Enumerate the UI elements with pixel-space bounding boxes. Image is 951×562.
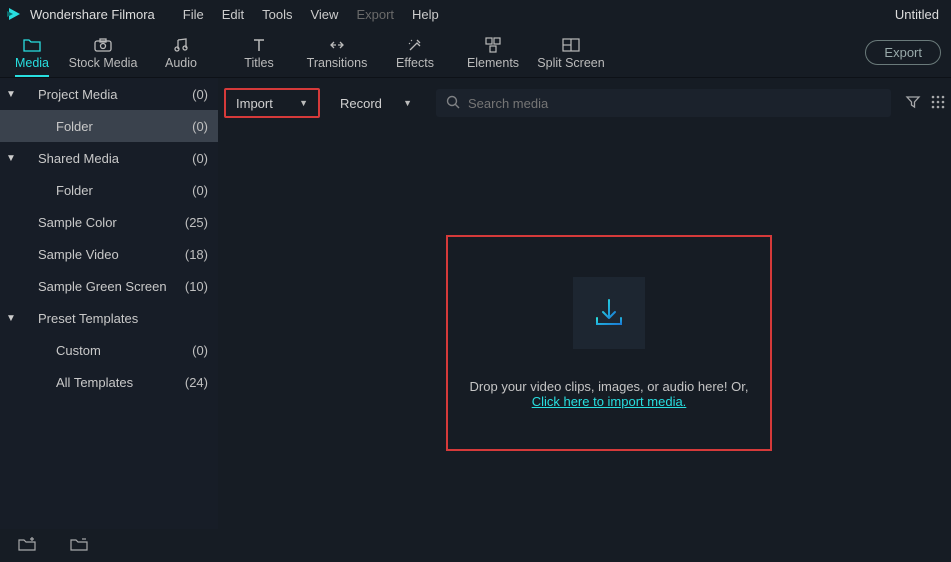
tab-effects[interactable]: Effects — [376, 28, 454, 78]
export-button[interactable]: Export — [865, 40, 941, 65]
sidebar-item-project-media[interactable]: ▼ Project Media (0) — [0, 78, 218, 110]
search-box[interactable] — [436, 89, 891, 117]
delete-folder-icon[interactable] — [70, 537, 88, 554]
sidebar-item-shared-media[interactable]: ▼ Shared Media (0) — [0, 142, 218, 174]
tab-titles[interactable]: Titles — [220, 28, 298, 78]
grid-view-icon[interactable] — [931, 95, 945, 112]
dropzone-text: Drop your video clips, images, or audio … — [470, 379, 749, 394]
filter-icon[interactable] — [905, 94, 921, 113]
search-input[interactable] — [468, 96, 881, 111]
app-name: Wondershare Filmora — [30, 7, 155, 22]
menu-export: Export — [356, 7, 394, 22]
import-icon — [573, 277, 645, 349]
sidebar-item-sample-video[interactable]: Sample Video (18) — [0, 238, 218, 270]
text-icon — [250, 36, 268, 54]
chevron-down-icon: ▼ — [2, 89, 20, 100]
menu-file[interactable]: File — [183, 7, 204, 22]
record-button[interactable]: Record ▼ — [330, 89, 422, 117]
menu-tools[interactable]: Tools — [262, 7, 292, 22]
sidebar-item-folder[interactable]: Folder (0) — [0, 110, 218, 142]
transitions-icon — [328, 36, 346, 54]
sidebar-item-shared-folder[interactable]: Folder (0) — [0, 174, 218, 206]
app-logo — [6, 6, 22, 22]
sidebar-item-sample-color[interactable]: Sample Color (25) — [0, 206, 218, 238]
sidebar: ▼ Project Media (0) Folder (0) ▼ Shared … — [0, 78, 218, 529]
media-drop-zone[interactable]: Drop your video clips, images, or audio … — [446, 235, 772, 451]
media-folder-icon — [23, 36, 41, 54]
tab-transitions[interactable]: Transitions — [298, 28, 376, 78]
camera-icon — [94, 36, 112, 54]
elements-icon — [484, 36, 502, 54]
menubar: File Edit Tools View Export Help — [183, 7, 439, 22]
menu-edit[interactable]: Edit — [222, 7, 244, 22]
effects-icon — [406, 36, 424, 54]
sidebar-item-preset-templates[interactable]: ▼ Preset Templates — [0, 302, 218, 334]
import-button[interactable]: Import ▼ — [224, 88, 320, 118]
tab-media[interactable]: Media — [0, 28, 64, 78]
chevron-down-icon: ▼ — [299, 98, 308, 108]
split-screen-icon — [562, 36, 580, 54]
sidebar-item-sample-green-screen[interactable]: Sample Green Screen (10) — [0, 270, 218, 302]
chevron-down-icon: ▼ — [403, 98, 412, 108]
search-icon — [446, 95, 460, 112]
tab-audio[interactable]: Audio — [142, 28, 220, 78]
tab-split-screen[interactable]: Split Screen — [532, 28, 610, 78]
chevron-down-icon: ▼ — [2, 313, 20, 324]
sidebar-item-all-templates[interactable]: All Templates (24) — [0, 366, 218, 398]
music-note-icon — [172, 36, 190, 54]
tab-elements[interactable]: Elements — [454, 28, 532, 78]
new-folder-icon[interactable] — [18, 537, 36, 554]
menu-view[interactable]: View — [310, 7, 338, 22]
chevron-down-icon: ▼ — [2, 153, 20, 164]
sidebar-item-custom[interactable]: Custom (0) — [0, 334, 218, 366]
import-media-link[interactable]: Click here to import media. — [532, 394, 687, 409]
menu-help[interactable]: Help — [412, 7, 439, 22]
project-title: Untitled — [895, 7, 945, 22]
tab-stock-media[interactable]: Stock Media — [64, 28, 142, 78]
